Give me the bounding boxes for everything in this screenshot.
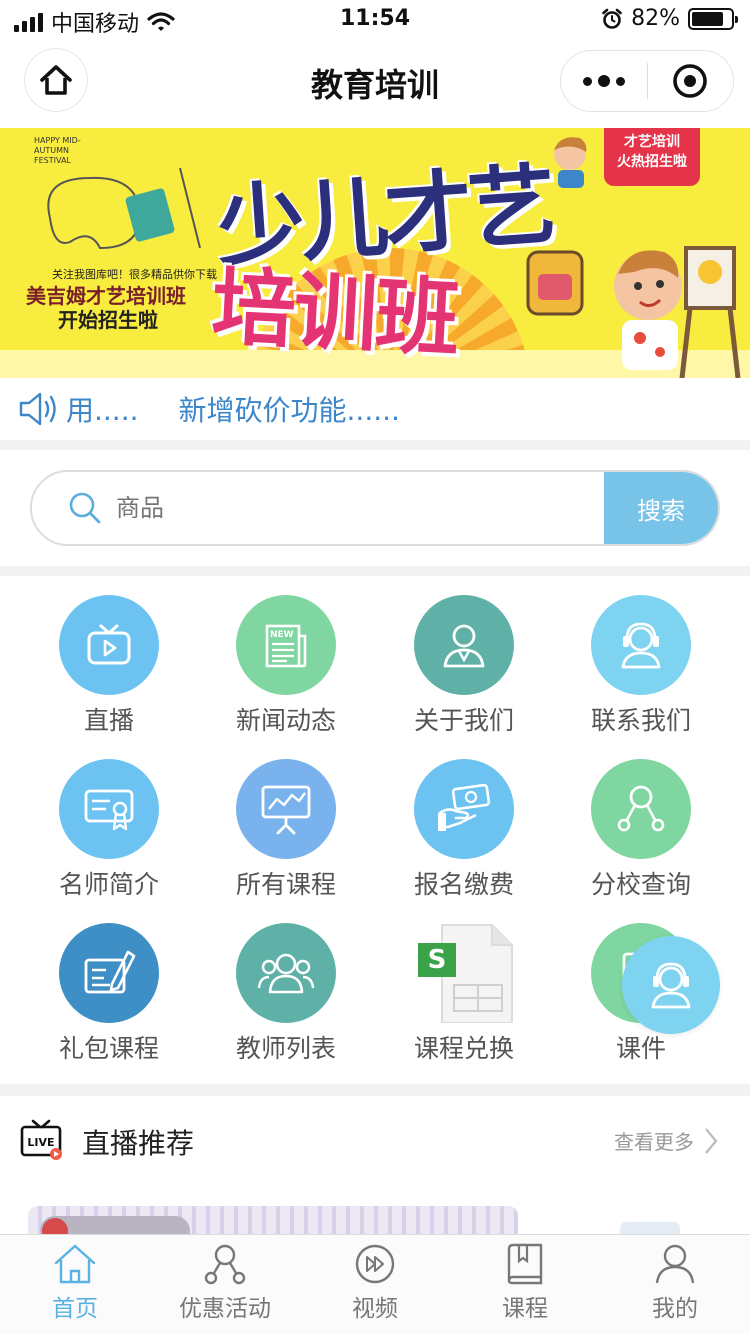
nav-bar: 教育培训 <box>0 40 750 128</box>
payment-icon <box>438 783 491 831</box>
tv-play-icon <box>87 624 131 665</box>
branch-network-icon <box>617 785 665 832</box>
mini-program-capsule <box>560 50 734 112</box>
svg-text:S: S <box>428 945 447 975</box>
video-forward-icon <box>355 1244 395 1284</box>
section-divider <box>0 440 750 450</box>
grid-label: 关于我们 <box>413 706 514 735</box>
grid-label: 直播 <box>83 706 134 735</box>
section-header: LIVE 直播推荐 查看更多 <box>0 1112 750 1168</box>
grid-item-branch-search[interactable]: 分校查询 <box>561 759 721 909</box>
grid-item-teacher-list[interactable]: 教师列表 <box>206 923 366 1073</box>
tab-label: 课程 <box>502 1296 548 1322</box>
grid-label: 礼包课程 <box>58 1034 159 1063</box>
search-section: 搜索 <box>0 450 750 566</box>
spreadsheet-file-icon: S <box>418 924 513 1023</box>
banner-tag-line2: 火热招生啦 <box>617 154 687 170</box>
grid-label: 课件 <box>615 1034 666 1063</box>
grid-label: 新闻动态 <box>235 706 336 735</box>
notice-item-2[interactable]: 新增砍价功能...... <box>179 389 400 429</box>
search-box: 搜索 <box>30 470 720 546</box>
notice-bar[interactable]: 用..... 新增砍价功能...... <box>0 378 750 440</box>
tab-label: 首页 <box>52 1296 98 1322</box>
grid-item-about-us[interactable]: 关于我们 <box>384 595 544 745</box>
grid-item-all-courses[interactable]: 所有课程 <box>206 759 366 909</box>
tab-bar: 首页 优惠活动 视频 课程 我的 <box>0 1234 750 1334</box>
grid-label: 教师列表 <box>235 1034 336 1063</box>
search-icon <box>69 492 101 524</box>
svg-text:NEW: NEW <box>270 630 294 640</box>
kid-flying-illustration <box>554 137 587 188</box>
banner-image[interactable]: HAPPY MID-AUTUMN FESTIVAL 少儿才艺 培训班 关注我图库… <box>0 128 750 378</box>
notice-item-1[interactable]: 用..... <box>66 389 139 429</box>
alarm-icon <box>602 8 622 29</box>
tab-mine[interactable]: 我的 <box>600 1235 750 1334</box>
kid-painting-illustration <box>614 246 741 378</box>
banner-slogan-line2: 培训班 <box>209 257 461 369</box>
home-icon <box>54 1244 96 1284</box>
news-icon: NEW <box>265 624 307 668</box>
edit-card-icon <box>84 950 136 994</box>
customer-service-icon <box>621 622 661 669</box>
grid-label: 课程兑换 <box>413 1034 514 1063</box>
banner-tag-line1: 才艺培训 <box>624 134 680 150</box>
tab-courses[interactable]: 课程 <box>450 1235 600 1334</box>
chevron-right-icon <box>705 1127 718 1154</box>
grid-label: 名师简介 <box>58 870 159 899</box>
grid-item-news[interactable]: NEW 新闻动态 <box>206 595 366 745</box>
see-more-label: 查看更多 <box>614 1130 694 1154</box>
grid-item-contact-us[interactable]: 联系我们 <box>561 595 721 745</box>
grid-item-gift-courses[interactable]: 礼包课程 <box>29 923 189 1073</box>
speaker-icon <box>19 392 56 426</box>
grid-label: 报名缴费 <box>413 870 514 899</box>
search-input[interactable] <box>116 494 604 522</box>
book-icon <box>507 1243 543 1285</box>
tab-label: 视频 <box>352 1296 398 1322</box>
tab-video[interactable]: 视频 <box>300 1235 450 1334</box>
section-divider <box>0 1084 750 1096</box>
see-more-link[interactable]: 查看更多 <box>614 1126 718 1155</box>
live-recommend-section: LIVE 直播推荐 查看更多 <box>0 1096 750 1246</box>
battery-icon <box>688 7 738 30</box>
art-palette-illustration <box>47 167 201 250</box>
close-button[interactable] <box>648 51 734 111</box>
grid-item-course-redeem[interactable]: S 课程兑换 <box>384 923 544 1073</box>
section-divider <box>0 566 750 576</box>
certificate-icon <box>84 789 134 831</box>
banner-small-sub: 开始招生啦 <box>58 308 158 332</box>
person-icon <box>443 624 485 668</box>
grid-label: 分校查询 <box>590 870 691 899</box>
grid-label: 联系我们 <box>590 706 691 735</box>
section-title: 直播推荐 <box>82 1127 195 1160</box>
tab-promotions[interactable]: 优惠活动 <box>150 1235 300 1334</box>
svg-text:LIVE: LIVE <box>27 1136 54 1149</box>
battery-percent: 82% <box>631 6 680 31</box>
more-button[interactable] <box>561 51 647 111</box>
status-bar: 中国移动 11:54 82% <box>0 0 750 40</box>
discount-network-icon <box>204 1244 246 1285</box>
tab-home[interactable]: 首页 <box>0 1235 150 1334</box>
grid-item-live[interactable]: 直播 <box>29 595 189 745</box>
school-bag-illustration <box>526 250 584 316</box>
group-icon <box>257 953 315 994</box>
grid-label: 所有课程 <box>235 870 336 899</box>
floating-customer-service-button[interactable] <box>622 936 720 1034</box>
grid-item-teacher-intro[interactable]: 名师简介 <box>29 759 189 909</box>
customer-service-icon <box>651 962 691 1009</box>
tab-label: 优惠活动 <box>179 1296 271 1322</box>
live-tv-icon: LIVE <box>20 1119 62 1160</box>
user-icon <box>655 1244 695 1284</box>
target-close-icon <box>673 64 708 98</box>
grid-item-payment[interactable]: 报名缴费 <box>384 759 544 909</box>
search-button[interactable]: 搜索 <box>604 472 718 544</box>
presentation-chart-icon <box>261 785 311 835</box>
banner-tag: 才艺培训 火热招生啦 <box>604 128 700 186</box>
tab-label: 我的 <box>652 1296 698 1322</box>
